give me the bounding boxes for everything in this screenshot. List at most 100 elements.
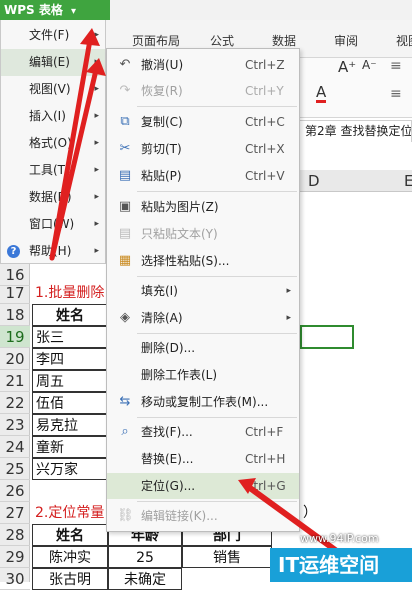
menu-item-paste-text-only[interactable]: ▤ 只粘贴文本(Y): [107, 221, 299, 247]
document-tab[interactable]: 第2章 查找替换定位: [296, 120, 412, 142]
menu-item-paste[interactable]: ▤ 粘贴(P) Ctrl+V: [107, 163, 299, 189]
menu-item-label: 恢复(R): [141, 84, 183, 98]
name-cell[interactable]: 伍佰: [32, 392, 108, 414]
submenu-arrow-icon: ▸: [286, 313, 291, 323]
tab-formulas[interactable]: 公式: [210, 32, 234, 49]
name-cell[interactable]: 李四: [32, 348, 108, 370]
menu-edit[interactable]: 编辑(E) ▸: [1, 49, 105, 76]
menu-item-edit-links[interactable]: ⛓ 编辑链接(K)...: [107, 503, 299, 529]
menu-format-label: 格式(O): [29, 136, 72, 150]
menu-item-paste-as-image[interactable]: ▣ 粘贴为图片(Z): [107, 194, 299, 220]
menu-item-label: 选择性粘贴(S)...: [141, 254, 230, 268]
name-cell[interactable]: 周五: [32, 370, 108, 392]
menu-item-delete-sheet[interactable]: 删除工作表(L): [107, 362, 299, 388]
row-header[interactable]: 30: [0, 568, 30, 590]
submenu-arrow-icon: ▸: [94, 111, 99, 121]
menu-item-label: 查找(F)...: [141, 425, 193, 439]
wps-app-menu-button[interactable]: WPS 表格 ▾: [0, 0, 110, 20]
menu-item-replace[interactable]: 替换(E)... Ctrl+H: [107, 446, 299, 472]
redo-icon: ↷: [119, 83, 131, 98]
menu-insert[interactable]: 插入(I) ▸: [1, 103, 105, 130]
menu-file[interactable]: 文件(F) ▸: [1, 22, 105, 49]
section-title-batch-delete[interactable]: 1.批量删除: [32, 282, 112, 304]
row-header-active[interactable]: 19: [0, 326, 30, 348]
menu-help-label: 帮助(H): [29, 244, 72, 258]
row-header[interactable]: 29: [0, 546, 30, 568]
menu-item-paste-special[interactable]: ▦ 选择性粘贴(S)...: [107, 248, 299, 274]
menu-item-cut[interactable]: ✂ 剪切(T) Ctrl+X: [107, 136, 299, 162]
submenu-arrow-icon: ▸: [94, 138, 99, 148]
column-header-e[interactable]: E: [404, 172, 412, 190]
menu-item-goto[interactable]: 定位(G)... Ctrl+G: [107, 473, 299, 499]
menu-window[interactable]: 窗口(W) ▸: [1, 211, 105, 238]
menu-item-label: 移动或复制工作表(M)...: [141, 395, 269, 409]
menu-item-delete[interactable]: 删除(D)...: [107, 335, 299, 361]
menu-format[interactable]: 格式(O) ▸: [1, 130, 105, 157]
table2-cell[interactable]: 销售: [182, 546, 272, 568]
menu-item-move-copy-sheet[interactable]: ⇆ 移动或复制工作表(M)...: [107, 389, 299, 415]
row-header[interactable]: 28: [0, 524, 30, 546]
section-title-tail: ）: [303, 505, 317, 521]
row-header[interactable]: 24: [0, 436, 30, 458]
row-header[interactable]: 18: [0, 304, 30, 326]
table2-cell[interactable]: 张古明: [32, 568, 108, 590]
tab-data[interactable]: 数据: [272, 32, 296, 49]
row-header[interactable]: 27: [0, 502, 30, 524]
menu-item-copy[interactable]: ⧉ 复制(C) Ctrl+C: [107, 109, 299, 135]
submenu-arrow-icon: ▸: [94, 84, 99, 94]
table2-header-name[interactable]: 姓名: [32, 524, 108, 546]
row-header[interactable]: 20: [0, 348, 30, 370]
table2-cell[interactable]: 25: [108, 546, 182, 568]
main-menu: 文件(F) ▸ 编辑(E) ▸ 视图(V) ▸ 插入(I) ▸ 格式(O) ▸ 工具(T)…: [0, 20, 106, 264]
name-cell[interactable]: 童新: [32, 436, 108, 458]
selected-cell[interactable]: [300, 325, 354, 349]
column-header-d[interactable]: D: [308, 172, 320, 190]
row-header[interactable]: 26: [0, 480, 30, 502]
submenu-arrow-icon: ▸: [94, 165, 99, 175]
align-left-icon[interactable]: ≡: [390, 86, 402, 102]
table-header-name[interactable]: 姓名: [32, 304, 108, 326]
menu-view-label: 视图(V): [29, 82, 71, 96]
watermark-url: www.94IP.com: [300, 532, 379, 545]
menu-item-fill[interactable]: 填充(I) ▸: [107, 278, 299, 304]
menu-item-label: 定位(G)...: [141, 479, 196, 493]
menu-data[interactable]: 数据(D) ▸: [1, 184, 105, 211]
font-grow-button[interactable]: A⁺: [338, 58, 356, 76]
name-cell[interactable]: 易克拉: [32, 414, 108, 436]
watermark-logo: IT运维空间: [270, 548, 412, 582]
shortcut-label: Ctrl+Y: [245, 84, 284, 98]
menu-item-find[interactable]: ⌕ 查找(F)... Ctrl+F: [107, 419, 299, 445]
menu-item-label: 复制(C): [141, 115, 183, 129]
menu-window-label: 窗口(W): [29, 217, 75, 231]
menu-item-undo[interactable]: ↶ 撤消(U) Ctrl+Z: [107, 52, 299, 78]
menu-tools[interactable]: 工具(T) ▸: [1, 157, 105, 184]
shortcut-label: Ctrl+X: [245, 142, 285, 156]
name-cell[interactable]: 张三: [32, 326, 108, 348]
table2-cell[interactable]: 未确定: [108, 568, 182, 590]
menu-help[interactable]: ? 帮助(H) ▸: [1, 238, 105, 265]
move-sheet-icon: ⇆: [119, 394, 131, 409]
menu-item-redo[interactable]: ↷ 恢复(R) Ctrl+Y: [107, 78, 299, 104]
column-headers: D E: [296, 170, 412, 192]
row-header[interactable]: 25: [0, 458, 30, 480]
menu-edit-label: 编辑(E): [29, 55, 70, 69]
align-icon[interactable]: ≡: [390, 58, 402, 74]
row-header[interactable]: 22: [0, 392, 30, 414]
edit-submenu: ↶ 撤消(U) Ctrl+Z ↷ 恢复(R) Ctrl+Y ⧉ 复制(C) Ctrl+C ✂…: [106, 48, 300, 532]
shortcut-label: Ctrl+Z: [245, 58, 285, 72]
font-shrink-button[interactable]: A⁻: [362, 58, 377, 72]
font-color-button[interactable]: A: [316, 84, 327, 103]
eraser-icon: ◈: [120, 310, 130, 325]
submenu-arrow-icon: ▸: [94, 219, 99, 229]
table2-cell[interactable]: 陈冲实: [32, 546, 108, 568]
menu-view[interactable]: 视图(V) ▸: [1, 76, 105, 103]
tab-view[interactable]: 视图: [396, 32, 412, 49]
tab-page-layout[interactable]: 页面布局: [132, 32, 180, 49]
menu-item-clear[interactable]: ◈ 清除(A) ▸: [107, 305, 299, 331]
tab-review[interactable]: 审阅: [334, 32, 358, 49]
row-header[interactable]: 21: [0, 370, 30, 392]
row-header[interactable]: 17: [0, 282, 30, 304]
row-header[interactable]: 23: [0, 414, 30, 436]
name-cell[interactable]: 兴万家: [32, 458, 108, 480]
section-title-locate-constants[interactable]: 2.定位常量: [32, 502, 106, 524]
